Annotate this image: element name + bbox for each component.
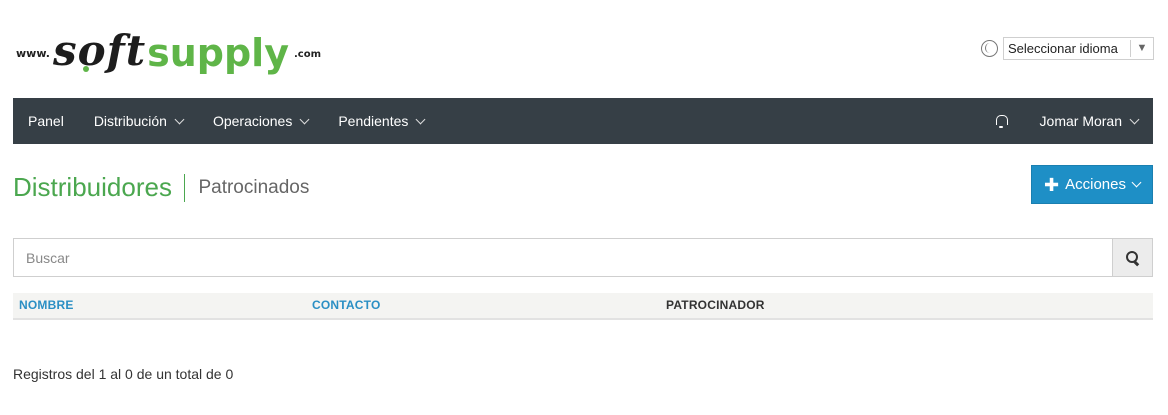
nav-item-distribucion[interactable]: Distribución [79,98,198,144]
chevron-down-icon [174,114,185,124]
logo-com: .com [293,49,322,60]
user-menu[interactable]: Jomar Moran [1025,98,1153,144]
notifications-button[interactable] [985,98,1025,144]
nav-item-label: Panel [28,113,64,129]
search-icon [1126,251,1139,264]
actions-button[interactable]: ✚ Acciones [1031,165,1153,204]
globe-icon [981,40,998,57]
nav-item-operaciones[interactable]: Operaciones [198,98,323,144]
page-title: Distribuidores [13,172,172,202]
language-selector: Seleccionar idioma ▼ [981,37,1154,60]
column-header-contacto[interactable]: CONTACTO [312,293,381,318]
language-select[interactable]: Seleccionar idioma ▼ [1003,37,1154,60]
main-navbar: Panel Distribución Operaciones Pendiente… [13,98,1153,144]
nav-item-pendientes[interactable]: Pendientes [323,98,439,144]
dropdown-arrow-icon[interactable]: ▼ [1130,40,1153,57]
column-header-nombre[interactable]: NOMBRE [19,293,74,318]
title-divider [183,173,186,202]
bell-icon [995,115,1008,128]
chevron-down-icon [299,114,310,124]
chevron-down-icon [1129,114,1140,124]
plus-icon: ✚ [1044,174,1060,195]
nav-item-label: Distribución [93,113,167,129]
chevron-down-icon [415,114,426,124]
logo-www: www. [16,47,50,60]
nav-item-panel[interactable]: Panel [13,98,79,144]
language-select-value: Seleccionar idioma [1008,41,1118,56]
column-header-patrocinador: PATROCINADOR [666,298,765,312]
header: www. soft supply .com Seleccionar idioma… [0,0,1168,98]
logo-supply: supply [147,31,289,75]
actions-button-label: Acciones [1065,176,1126,193]
page-heading: Distribuidores Patrocinados [13,172,309,203]
chevron-down-icon [1131,177,1142,188]
search-button[interactable] [1112,238,1153,277]
search-input[interactable] [13,238,1112,277]
nav-item-label: Pendientes [338,113,409,129]
page-subtitle: Patrocinados [198,176,310,198]
search-bar [13,238,1153,277]
softsupply-logo[interactable]: www. soft supply .com [16,22,321,72]
user-name: Jomar Moran [1039,113,1122,129]
nav-item-label: Operaciones [212,113,293,129]
nav-right: Jomar Moran [985,98,1153,144]
records-info: Registros del 1 al 0 de un total de 0 [13,366,234,382]
table-header: NOMBRE CONTACTO PATROCINADOR [13,293,1153,320]
logo-soft: soft [52,26,147,75]
